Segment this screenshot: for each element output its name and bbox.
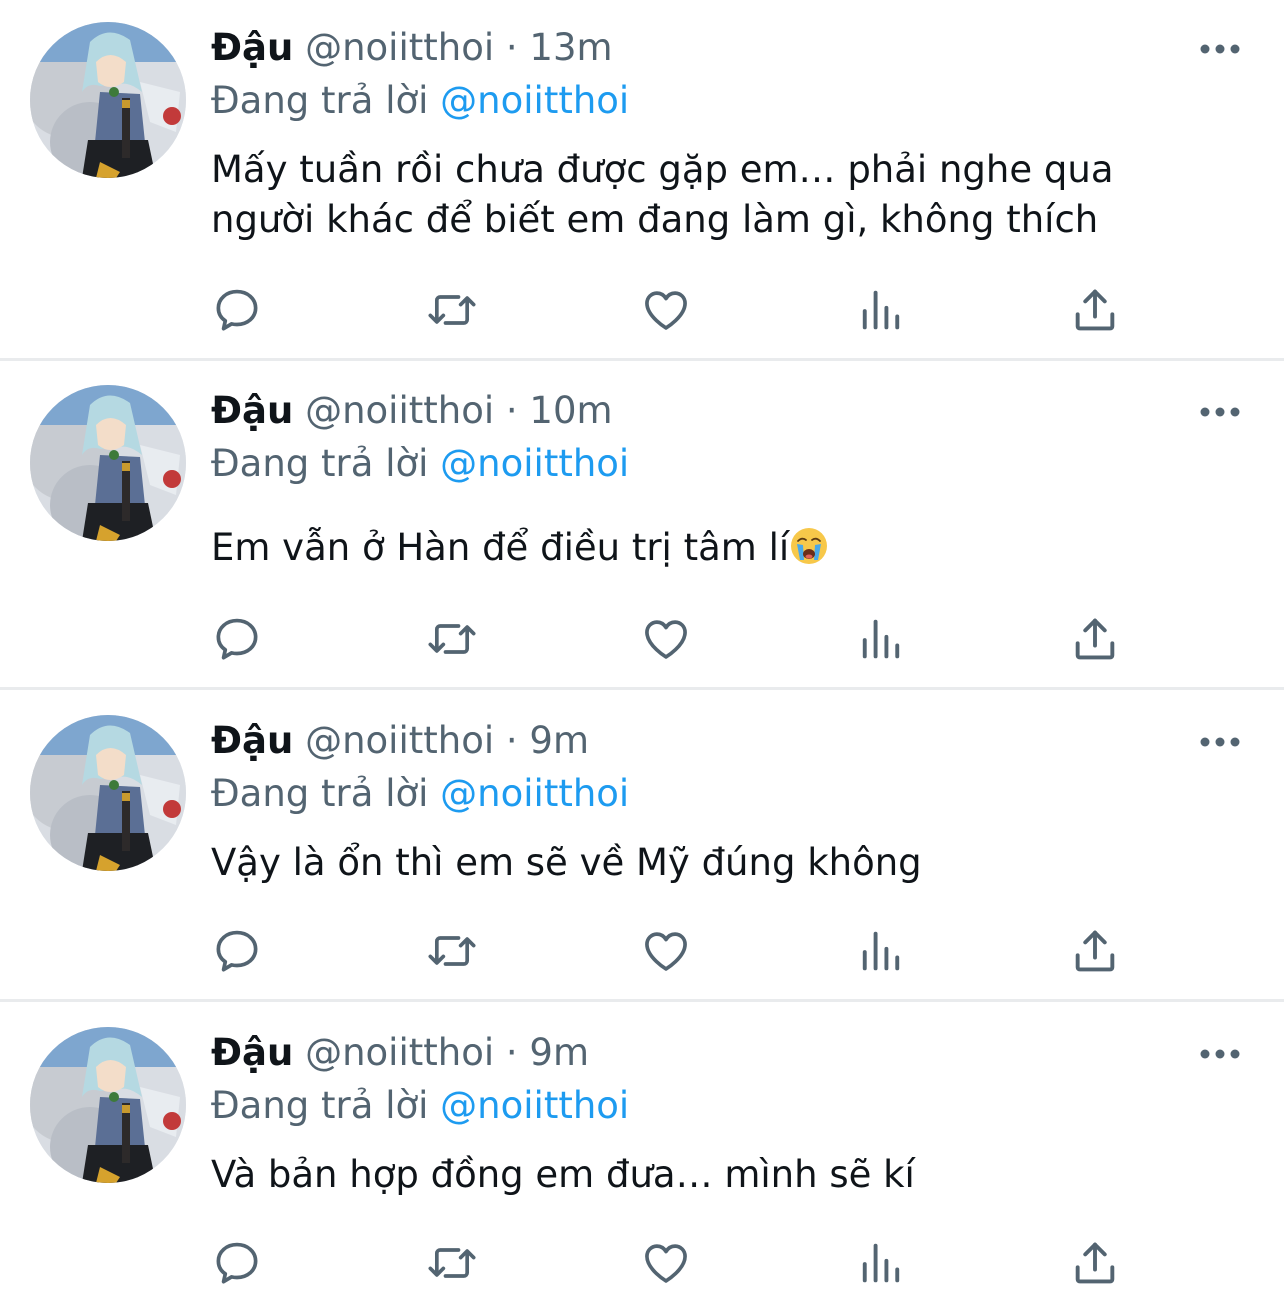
reply-mention-link[interactable]: @noiitthoi [440,79,629,122]
heart-icon [640,613,692,665]
reply-prefix: Đang trả lời [211,1084,429,1127]
reply-button[interactable] [207,280,267,340]
tweet-text: Mấy tuần rồi chưa được gặp em… phải nghe… [211,148,1114,241]
more-options-button[interactable] [1195,727,1245,757]
timestamp[interactable]: 9m [529,1031,589,1074]
tweet[interactable]: Đậu @noiitthoi · 10m Đang trả lời @noiit… [0,361,1284,687]
reply-bubble-icon [211,284,263,336]
display-name[interactable]: Đậu [211,1031,293,1074]
retweet-button[interactable] [422,921,482,981]
reply-button[interactable] [207,1233,267,1293]
tweet-actions [0,1233,1284,1293]
retweet-button[interactable] [422,1233,482,1293]
tweet-header: Đậu @noiitthoi · 10m [211,387,613,435]
views-button[interactable] [851,921,911,981]
tweet-actions [0,280,1284,340]
reply-button[interactable] [207,609,267,669]
views-button[interactable] [851,1233,911,1293]
more-options-button[interactable] [1195,397,1245,427]
user-handle[interactable]: @noiitthoi [305,389,494,432]
retweet-icon [426,613,478,665]
more-options-button[interactable] [1195,34,1245,64]
like-button[interactable] [636,280,696,340]
timestamp[interactable]: 10m [529,389,612,432]
views-bar-chart-icon [855,284,907,336]
share-button[interactable] [1065,609,1125,669]
tweet[interactable]: Đậu @noiitthoi · 9m Đang trả lời @noiitt… [0,1002,1284,1307]
avatar[interactable] [30,715,186,871]
share-button[interactable] [1065,921,1125,981]
separator-dot: · [505,1031,518,1074]
tweet-thread: Đậu @noiitthoi · 13m Đang trả lời @noiit… [0,0,1284,1307]
tweet-text: Em vẫn ở Hàn để điều trị tâm lí [211,526,790,569]
reply-mention-link[interactable]: @noiitthoi [440,442,629,485]
reply-bubble-icon [211,925,263,977]
like-button[interactable] [636,1233,696,1293]
reply-prefix: Đang trả lời [211,79,429,122]
tweet-text: Và bản hợp đồng em đưa… mình sẽ kí [211,1153,915,1196]
reply-mention-link[interactable]: @noiitthoi [440,772,629,815]
tweet-body: Em vẫn ở Hàn để điều trị tâm lí [211,523,1201,573]
tweet-header: Đậu @noiitthoi · 13m [211,24,613,72]
loudly-crying-face-emoji [789,526,829,566]
reply-bubble-icon [211,1237,263,1289]
heart-icon [640,925,692,977]
avatar[interactable] [30,1027,186,1183]
like-button[interactable] [636,921,696,981]
tweet-actions [0,921,1284,981]
reply-context: Đang trả lời @noiitthoi [211,1082,629,1130]
user-handle[interactable]: @noiitthoi [305,26,494,69]
display-name[interactable]: Đậu [211,389,293,432]
reply-bubble-icon [211,613,263,665]
share-button[interactable] [1065,280,1125,340]
share-button[interactable] [1065,1233,1125,1293]
views-bar-chart-icon [855,613,907,665]
tweet-header: Đậu @noiitthoi · 9m [211,717,589,765]
tweet[interactable]: Đậu @noiitthoi · 13m Đang trả lời @noiit… [0,0,1284,358]
timestamp[interactable]: 9m [529,719,589,762]
reply-context: Đang trả lời @noiitthoi [211,770,629,818]
retweet-icon [426,1237,478,1289]
reply-context: Đang trả lời @noiitthoi [211,77,629,125]
display-name[interactable]: Đậu [211,719,293,762]
separator-dot: · [505,389,518,432]
reply-button[interactable] [207,921,267,981]
user-handle[interactable]: @noiitthoi [305,719,494,762]
reply-prefix: Đang trả lời [211,772,429,815]
reply-mention-link[interactable]: @noiitthoi [440,1084,629,1127]
tweet[interactable]: Đậu @noiitthoi · 9m Đang trả lời @noiitt… [0,690,1284,999]
more-horizontal-icon [1195,727,1245,757]
views-bar-chart-icon [855,925,907,977]
views-bar-chart-icon [855,1237,907,1289]
timestamp[interactable]: 13m [529,26,612,69]
like-button[interactable] [636,609,696,669]
share-upload-icon [1069,284,1121,336]
more-horizontal-icon [1195,1039,1245,1069]
separator-dot: · [505,719,518,762]
user-handle[interactable]: @noiitthoi [305,1031,494,1074]
tweet-actions [0,609,1284,669]
tweet-header: Đậu @noiitthoi · 9m [211,1029,589,1077]
avatar[interactable] [30,22,186,178]
retweet-icon [426,925,478,977]
share-upload-icon [1069,925,1121,977]
share-upload-icon [1069,613,1121,665]
share-upload-icon [1069,1237,1121,1289]
retweet-button[interactable] [422,609,482,669]
retweet-button[interactable] [422,280,482,340]
avatar[interactable] [30,385,186,541]
separator-dot: · [505,26,518,69]
heart-icon [640,284,692,336]
views-button[interactable] [851,609,911,669]
reply-prefix: Đang trả lời [211,442,429,485]
views-button[interactable] [851,280,911,340]
tweet-text: Vậy là ổn thì em sẽ về Mỹ đúng không [211,841,922,884]
more-horizontal-icon [1195,34,1245,64]
reply-context: Đang trả lời @noiitthoi [211,440,629,488]
retweet-icon [426,284,478,336]
more-horizontal-icon [1195,397,1245,427]
display-name[interactable]: Đậu [211,26,293,69]
more-options-button[interactable] [1195,1039,1245,1069]
heart-icon [640,1237,692,1289]
